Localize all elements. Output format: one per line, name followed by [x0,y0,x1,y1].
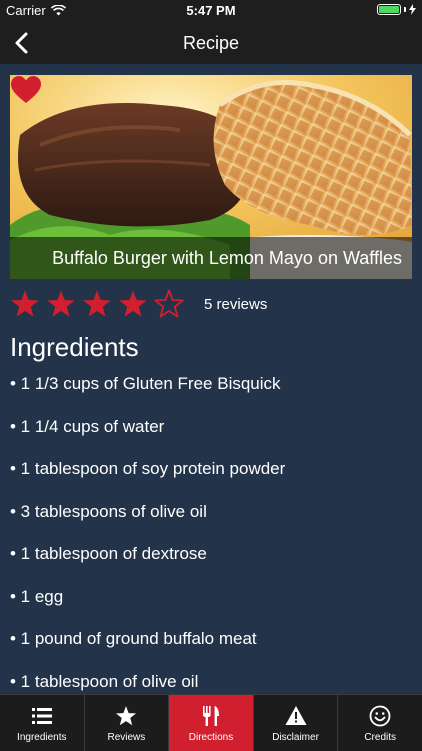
favorite-heart-icon[interactable] [10,75,42,105]
tab-bar: Ingredients Reviews Directions Disclaime… [0,694,422,751]
page-title: Recipe [182,33,240,53]
battery-icon [377,4,401,15]
ingredients-list: • 1 1/3 cups of Gluten Free Bisquick • 1… [10,365,285,705]
tab-disclaimer[interactable]: Disclaimer [254,695,339,751]
fork-knife-icon [202,706,219,726]
warning-icon [285,706,307,725]
ingredient-item: • 1 1/4 cups of water [10,416,165,436]
list-icon [31,708,52,724]
tab-ingredients[interactable]: Ingredients [0,695,85,751]
star-empty-icon[interactable] [154,289,184,319]
ingredient-item: • 1 tablespoon of soy protein powder [10,459,286,478]
tab-reviews[interactable]: Reviews [85,695,170,751]
ingredient-item: • 1 1/3 cups of Gluten Free Bisquick [10,374,281,393]
star-filled-icon[interactable] [118,289,148,319]
star-rating[interactable]: 5 reviews [10,289,267,319]
recipe-image: Buffalo Burger with Lemon Mayo on Waffle… [10,75,412,279]
smiley-icon [369,705,391,727]
recipe-title: Buffalo Burger with Lemon Mayo on Waffle… [10,237,412,279]
status-right [377,4,416,15]
tab-label: Reviews [107,732,146,743]
status-time: 5:47 PM [186,3,236,18]
review-count: 5 reviews [204,295,268,313]
tab-label: Credits [364,732,397,743]
star-filled-icon[interactable] [46,289,76,319]
star-filled-icon[interactable] [10,289,40,319]
star-icon [116,706,137,726]
tab-label: Disclaimer [272,732,319,743]
nav-bar: Recipe [0,22,422,64]
ingredients-heading: Ingredients [10,332,139,362]
charging-icon [409,4,416,15]
ingredient-item: • 1 egg [10,586,64,606]
tab-label: Directions [188,732,234,743]
star-filled-icon[interactable] [82,289,112,319]
tab-credits[interactable]: Credits [338,695,422,751]
ingredient-item: • 1 tablespoon of dextrose [10,544,207,563]
ingredient-item: • 3 tablespoons of olive oil [10,501,207,521]
tab-label: Ingredients [17,732,67,743]
ingredient-item: • 1 pound of ground buffalo meat [10,629,257,648]
tab-directions[interactable]: Directions [169,695,254,751]
status-bar: Carrier 5:47 PM [0,0,422,22]
